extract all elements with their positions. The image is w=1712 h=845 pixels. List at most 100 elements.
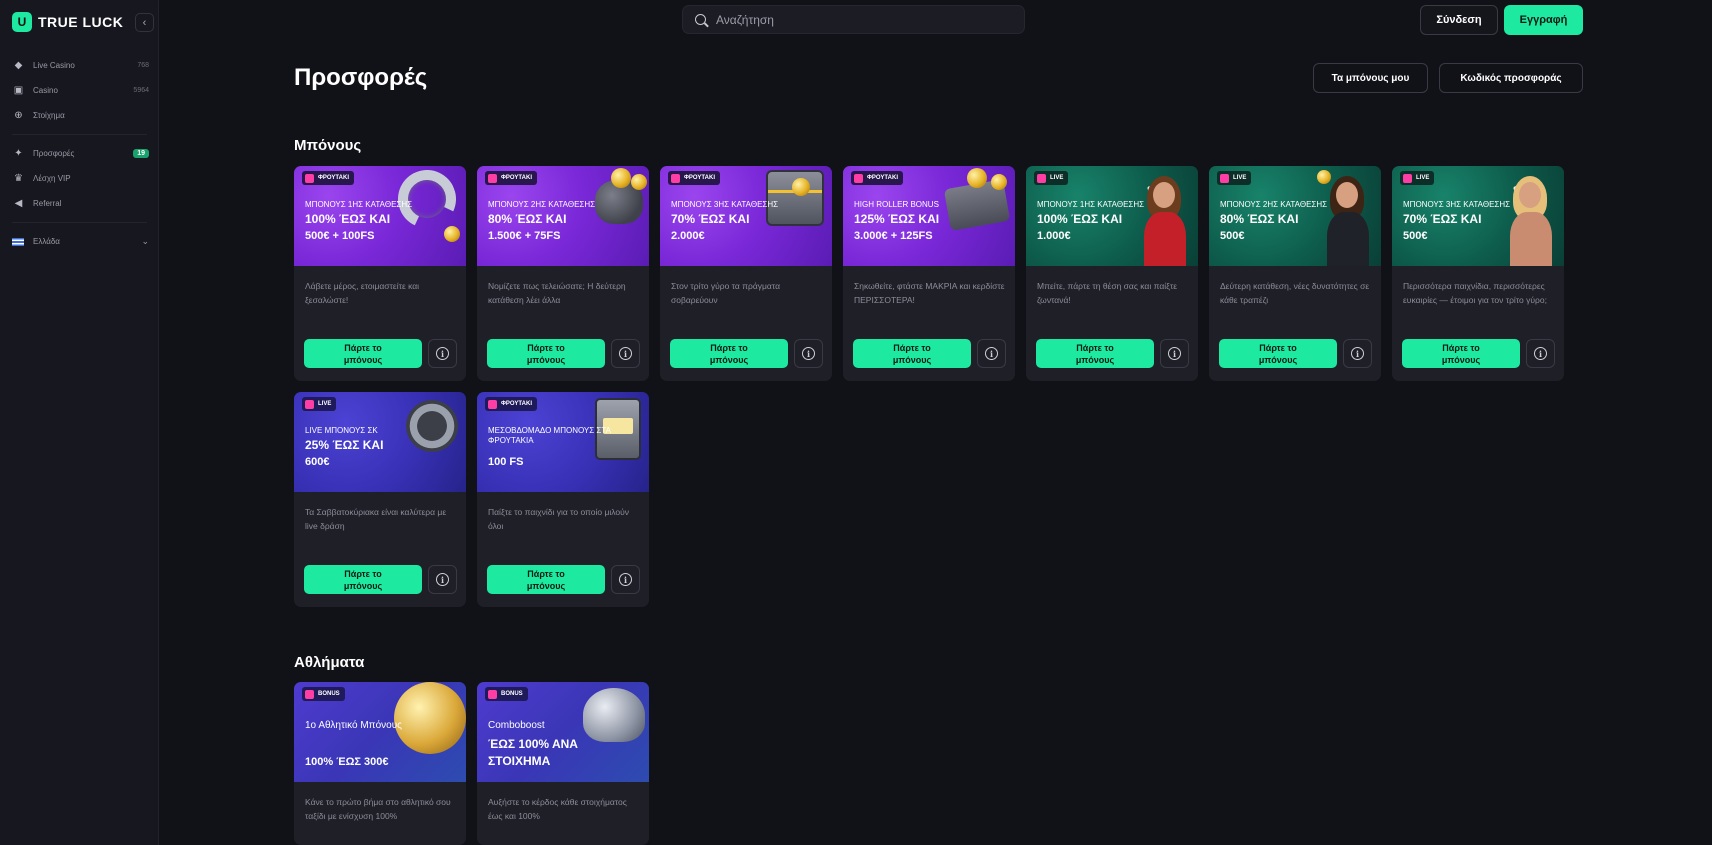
card-banner[interactable]: ΦΡΟΥΤΑΚΙ HIGH ROLLER BONUS 125% ΈΩΣ ΚΑΙ … bbox=[843, 166, 1015, 266]
bonus-card: ΦΡΟΥΤΑΚΙ ΜΠΟΝΟΥΣ 3ΗΣ ΚΑΤΑΘΕΣΗΣ 70% ΈΩΣ Κ… bbox=[660, 166, 832, 381]
claim-bonus-button[interactable]: Πάρτε το μπόνους bbox=[853, 339, 971, 368]
brand-logo[interactable]: U TRUE LUCK bbox=[12, 12, 123, 32]
sidebar-item-label: Στοίχημα bbox=[33, 111, 65, 120]
sidebar-item-casino[interactable]: ▣ Casino 5964 bbox=[0, 78, 159, 103]
coin-icon bbox=[611, 168, 631, 188]
card-headline: 125% ΈΩΣ ΚΑΙ bbox=[854, 212, 940, 226]
cta-label: μπόνους bbox=[892, 355, 932, 365]
bonus-card: ΦΡΟΥΤΑΚΙ ΜΕΣΟΒΔΟΜΑΔΟ ΜΠΟΝΟΥΣ ΣΤΑ ΦΡΟΥΤΑΚ… bbox=[477, 392, 649, 607]
search-input[interactable] bbox=[716, 12, 996, 27]
card-banner[interactable]: BONUS 1ο Αθλητικό Μπόνους 100% ΈΩΣ 300€ bbox=[294, 682, 466, 782]
cta-label: μπόνους bbox=[343, 581, 383, 591]
info-icon: i bbox=[985, 347, 998, 360]
register-button[interactable]: Εγγραφή bbox=[1504, 5, 1583, 35]
claim-bonus-button[interactable]: Πάρτε το μπόνους bbox=[304, 565, 422, 594]
cta-label: Πάρτε το bbox=[527, 569, 565, 579]
info-icon: i bbox=[1351, 347, 1364, 360]
sidebar-item-label: Λέσχη VIP bbox=[33, 174, 71, 183]
card-tag-label: ΦΡΟΥΤΑΚΙ bbox=[318, 175, 349, 181]
card-tag-label: LIVE bbox=[318, 401, 332, 407]
card-banner[interactable]: ΦΡΟΥΤΑΚΙ ΜΠΟΝΟΥΣ 1ΗΣ ΚΑΤΑΘΕΣΗΣ 100% ΈΩΣ … bbox=[294, 166, 466, 266]
live-dealer-image bbox=[1508, 174, 1554, 266]
info-button[interactable]: i bbox=[428, 339, 457, 368]
ball-icon: ⊕ bbox=[14, 110, 23, 121]
card-subtitle: HIGH ROLLER BONUS bbox=[854, 200, 939, 209]
card-banner[interactable]: ΦΡΟΥΤΑΚΙ ΜΠΟΝΟΥΣ 2ΗΣ ΚΑΤΑΘΕΣΗΣ 80% ΈΩΣ Κ… bbox=[477, 166, 649, 266]
card-banner[interactable]: LIVE ΜΠΟΝΟΥΣ 3ΗΣ ΚΑΤΑΘΕΣΗΣ 70% ΈΩΣ ΚΑΙ 5… bbox=[1392, 166, 1564, 266]
card-subtitle: ΜΕΣΟΒΔΟΜΑΔΟ ΜΠΟΝΟΥΣ ΣΤΑ ΦΡΟΥΤΑΚΙΑ bbox=[488, 426, 611, 445]
card-amount: 1.500€ + 75FS bbox=[488, 230, 561, 242]
bonus-card: LIVE LIVE ΜΠΟΝΟΥΣ ΣΚ 25% ΈΩΣ ΚΑΙ 600€ Τα… bbox=[294, 392, 466, 607]
info-button[interactable]: i bbox=[611, 339, 640, 368]
sidebar-item-vip[interactable]: ♛ Λέσχη VIP bbox=[0, 166, 159, 191]
claim-bonus-button[interactable]: Πάρτε το μπόνους bbox=[487, 565, 605, 594]
claim-bonus-button[interactable]: Πάρτε το μπόνους bbox=[304, 339, 422, 368]
promotions-count-badge: 19 bbox=[133, 149, 149, 158]
info-button[interactable]: i bbox=[1526, 339, 1555, 368]
live-casino-icon: ◆ bbox=[14, 60, 23, 71]
claim-bonus-button[interactable]: Πάρτε το μπόνους bbox=[487, 339, 605, 368]
info-icon: i bbox=[1168, 347, 1181, 360]
gift-icon: ✦ bbox=[14, 148, 23, 159]
cta-label: Πάρτε το bbox=[893, 343, 931, 353]
card-amount: 500€ bbox=[1220, 230, 1245, 242]
claim-bonus-button[interactable]: Πάρτε το μπόνους bbox=[1219, 339, 1337, 368]
sidebar-item-sports[interactable]: ⊕ Στοίχημα bbox=[0, 103, 159, 128]
bonus-card: LIVE ΜΠΟΝΟΥΣ 2ΗΣ ΚΑΤΑΘΕΣΗΣ 80% ΈΩΣ ΚΑΙ 5… bbox=[1209, 166, 1381, 381]
coin-icon bbox=[631, 174, 647, 190]
info-button[interactable]: i bbox=[1160, 339, 1189, 368]
live-icon bbox=[1037, 173, 1046, 183]
card-subtitle: ΜΠΟΝΟΥΣ 2ΗΣ ΚΑΤΑΘΕΣΗΣ bbox=[1220, 200, 1328, 209]
collapse-sidebar-button[interactable]: ‹ bbox=[135, 13, 154, 32]
card-tag-label: LIVE bbox=[1416, 175, 1430, 181]
claim-bonus-button[interactable]: Πάρτε το μπόνους bbox=[670, 339, 788, 368]
live-dealer-image bbox=[1142, 174, 1188, 266]
claim-bonus-button[interactable]: Πάρτε το μπόνους bbox=[1036, 339, 1154, 368]
promo-code-button[interactable]: Κωδικός προσφοράς bbox=[1439, 63, 1583, 93]
card-description: Νομίζετε πως τελειώσατε; Η δεύτερη κατάθ… bbox=[488, 281, 626, 305]
card-description: Αυξήστε το κέρδος κάθε στοιχήματος έως κ… bbox=[488, 797, 627, 821]
sidebar-item-promotions[interactable]: ✦ Προσφορές 19 bbox=[0, 141, 159, 166]
bonus-card: ΦΡΟΥΤΑΚΙ HIGH ROLLER BONUS 125% ΈΩΣ ΚΑΙ … bbox=[843, 166, 1015, 381]
card-banner[interactable]: BONUS Comboboost ΈΩΣ 100% ΑΝΑ ΣΤΟΙΧΗΜΑ bbox=[477, 682, 649, 782]
card-banner[interactable]: LIVE LIVE ΜΠΟΝΟΥΣ ΣΚ 25% ΈΩΣ ΚΑΙ 600€ bbox=[294, 392, 466, 492]
sidebar-item-referral[interactable]: ◀ Referral bbox=[0, 191, 159, 216]
info-button[interactable]: i bbox=[977, 339, 1006, 368]
card-description: Δεύτερη κατάθεση, νέες δυνατότητες σε κά… bbox=[1220, 281, 1370, 305]
cta-label: Πάρτε το bbox=[344, 569, 382, 579]
info-button[interactable]: i bbox=[611, 565, 640, 594]
info-button[interactable]: i bbox=[1343, 339, 1372, 368]
sidebar-item-label: Referral bbox=[33, 199, 62, 208]
sidebar-item-language[interactable]: Ελλάδα ⌄ bbox=[0, 229, 159, 254]
info-button[interactable]: i bbox=[794, 339, 823, 368]
crown-icon: ♛ bbox=[14, 173, 23, 184]
card-amount: 1.000€ bbox=[1037, 230, 1071, 242]
card-tag: LIVE bbox=[302, 397, 337, 411]
cta-label: μπόνους bbox=[526, 581, 566, 591]
card-headline: 70% ΈΩΣ ΚΑΙ bbox=[671, 212, 750, 226]
fruit-icon bbox=[488, 399, 497, 409]
card-subtitle: ΜΠΟΝΟΥΣ 3ΗΣ ΚΑΤΑΘΕΣΗΣ bbox=[1403, 200, 1511, 209]
card-tag-label: ΦΡΟΥΤΑΚΙ bbox=[501, 175, 532, 181]
card-banner[interactable]: LIVE ΜΠΟΝΟΥΣ 2ΗΣ ΚΑΤΑΘΕΣΗΣ 80% ΈΩΣ ΚΑΙ 5… bbox=[1209, 166, 1381, 266]
card-banner[interactable]: ΦΡΟΥΤΑΚΙ ΜΠΟΝΟΥΣ 3ΗΣ ΚΑΤΑΘΕΣΗΣ 70% ΈΩΣ Κ… bbox=[660, 166, 832, 266]
sidebar-item-label: Ελλάδα bbox=[33, 237, 60, 246]
bonus-card: ΦΡΟΥΤΑΚΙ ΜΠΟΝΟΥΣ 2ΗΣ ΚΑΤΑΘΕΣΗΣ 80% ΈΩΣ Κ… bbox=[477, 166, 649, 381]
search-bar[interactable] bbox=[682, 5, 1025, 34]
card-description: Μπείτε, πάρτε τη θέση σας και παίξτε ζων… bbox=[1037, 281, 1178, 305]
login-button[interactable]: Σύνδεση bbox=[1420, 5, 1498, 35]
claim-bonus-button[interactable]: Πάρτε το μπόνους bbox=[1402, 339, 1520, 368]
card-banner[interactable]: LIVE ΜΠΟΝΟΥΣ 1ΗΣ ΚΑΤΑΘΕΣΗΣ 100% ΈΩΣ ΚΑΙ … bbox=[1026, 166, 1198, 266]
info-icon: i bbox=[802, 347, 815, 360]
card-subtitle: 1ο Αθλητικό Μπόνους bbox=[305, 720, 402, 731]
card-description: Περισσότερα παιχνίδια, περισσότερες ευκα… bbox=[1403, 281, 1547, 305]
card-tag-label: ΦΡΟΥΤΑΚΙ bbox=[867, 175, 898, 181]
sidebar-item-live-casino[interactable]: ◆ Live Casino 768 bbox=[0, 53, 159, 78]
card-banner[interactable]: ΦΡΟΥΤΑΚΙ ΜΕΣΟΒΔΟΜΑΔΟ ΜΠΟΝΟΥΣ ΣΤΑ ΦΡΟΥΤΑΚ… bbox=[477, 392, 649, 492]
card-headline: 100% ΈΩΣ ΚΑΙ bbox=[305, 212, 391, 226]
divider bbox=[12, 222, 147, 223]
live-icon bbox=[1403, 173, 1412, 183]
card-tag: ΦΡΟΥΤΑΚΙ bbox=[485, 171, 537, 185]
info-button[interactable]: i bbox=[428, 565, 457, 594]
my-bonuses-button[interactable]: Τα μπόνους μου bbox=[1313, 63, 1428, 93]
